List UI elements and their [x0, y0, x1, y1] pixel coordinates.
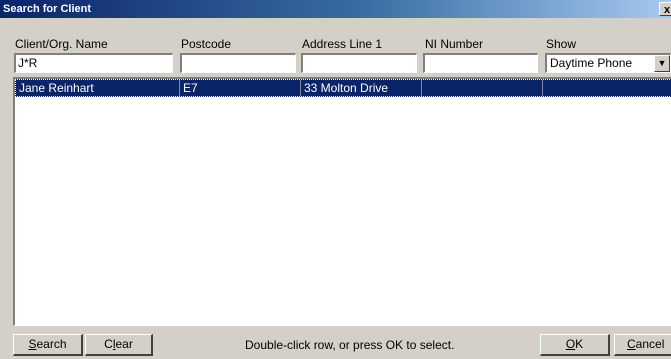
- results-grid[interactable]: Jane Reinhart E7 33 Molton Drive: [13, 77, 671, 326]
- close-icon[interactable]: x: [659, 2, 671, 16]
- row-address: 33 Molton Drive: [301, 80, 422, 96]
- cancel-button[interactable]: Cancel: [614, 334, 671, 356]
- search-for-client-dialog: Search for Client x Client/Org. Name Pos…: [0, 0, 671, 359]
- ni-number-label: NI Number: [425, 37, 484, 51]
- client-name-label: Client/Org. Name: [15, 37, 108, 51]
- search-button[interactable]: Search: [13, 334, 83, 356]
- client-name-input[interactable]: J*R: [14, 53, 173, 73]
- ni-number-input[interactable]: [423, 53, 538, 73]
- ok-button-text-post: K: [575, 337, 584, 351]
- show-selected-value: Daytime Phone: [550, 56, 633, 70]
- postcode-input[interactable]: [180, 53, 296, 73]
- clear-button[interactable]: Clear: [85, 334, 153, 356]
- show-select[interactable]: Daytime Phone ▼: [545, 53, 671, 73]
- clear-button-text-pre: C: [104, 337, 113, 351]
- table-row[interactable]: Jane Reinhart E7 33 Molton Drive: [15, 79, 671, 97]
- ok-button[interactable]: OK: [540, 334, 610, 356]
- row-show-value: [543, 80, 670, 96]
- address-line-1-input[interactable]: [301, 53, 417, 73]
- address-line-1-label: Address Line 1: [302, 37, 383, 51]
- chevron-down-icon[interactable]: ▼: [654, 55, 670, 72]
- row-ni-number: [422, 80, 543, 96]
- search-button-text-post: earch: [36, 337, 67, 351]
- row-client-name: Jane Reinhart: [16, 80, 180, 96]
- clear-button-text-post: ear: [115, 337, 133, 351]
- selection-hint: Double-click row, or press OK to select.: [245, 338, 455, 352]
- row-postcode: E7: [180, 80, 301, 96]
- title-bar[interactable]: Search for Client x: [0, 0, 671, 18]
- show-label: Show: [546, 37, 577, 51]
- ok-button-accel: O: [565, 337, 576, 351]
- cancel-button-accel: C: [627, 337, 636, 351]
- postcode-label: Postcode: [181, 37, 232, 51]
- cancel-button-text-post: ancel: [635, 337, 665, 351]
- window-title: Search for Client: [3, 3, 92, 15]
